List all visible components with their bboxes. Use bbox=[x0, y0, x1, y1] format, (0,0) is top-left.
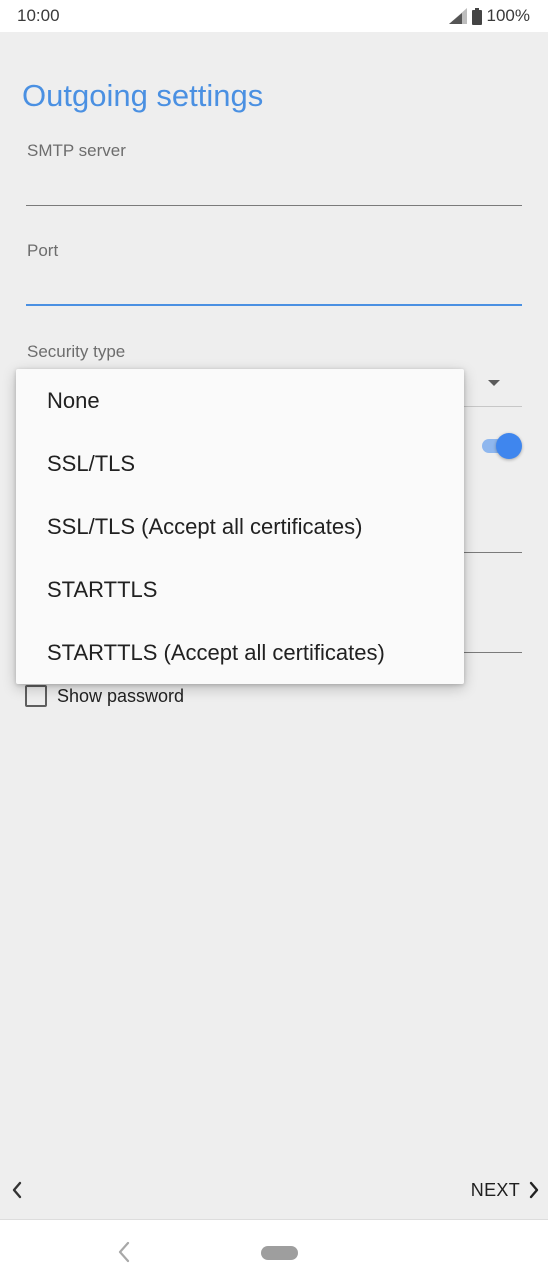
dropdown-arrow-icon[interactable] bbox=[488, 380, 500, 386]
toggle-thumb bbox=[496, 433, 522, 459]
status-icons: 100% bbox=[448, 6, 530, 26]
next-button[interactable]: NEXT bbox=[471, 1175, 540, 1205]
security-type-label: Security type bbox=[27, 342, 126, 361]
page-title: Outgoing settings bbox=[22, 78, 264, 113]
smtp-server-label: SMTP server bbox=[27, 141, 126, 160]
signal-icon bbox=[448, 8, 467, 24]
status-bar: 10:00 100% bbox=[0, 0, 548, 32]
system-back-icon[interactable] bbox=[114, 1240, 134, 1264]
battery-percent: 100% bbox=[486, 6, 530, 25]
menu-item-ssl-tls[interactable]: SSL/TLS bbox=[16, 432, 464, 495]
toggle-switch[interactable] bbox=[482, 433, 522, 459]
show-password-label: Show password bbox=[57, 685, 185, 706]
field-underline-behind-menu-1 bbox=[460, 552, 522, 553]
home-pill-icon[interactable] bbox=[261, 1246, 298, 1260]
security-type-underline bbox=[460, 406, 522, 407]
smtp-server-underline bbox=[26, 205, 522, 206]
chevron-left-icon bbox=[12, 1181, 22, 1199]
port-label: Port bbox=[27, 241, 59, 260]
menu-item-starttls-accept-all[interactable]: STARTTLS (Accept all certificates) bbox=[16, 621, 464, 684]
menu-item-ssl-tls-accept-all[interactable]: SSL/TLS (Accept all certificates) bbox=[16, 495, 464, 558]
bottom-navigation: NEXT bbox=[0, 1170, 548, 1210]
menu-item-none[interactable]: None bbox=[16, 369, 464, 432]
show-password-checkbox[interactable]: Show password bbox=[25, 685, 184, 707]
battery-icon bbox=[471, 7, 482, 25]
next-label: NEXT bbox=[470, 1179, 520, 1200]
back-button[interactable] bbox=[8, 1177, 26, 1203]
status-time: 10:00 bbox=[17, 6, 60, 25]
chevron-right-icon bbox=[529, 1181, 539, 1199]
smtp-server-input[interactable] bbox=[26, 168, 522, 206]
checkbox-box[interactable] bbox=[25, 685, 47, 707]
port-input[interactable] bbox=[26, 268, 522, 306]
menu-item-starttls[interactable]: STARTTLS bbox=[16, 558, 464, 621]
port-underline bbox=[26, 304, 522, 306]
field-underline-behind-menu-2 bbox=[460, 652, 522, 653]
outgoing-settings-screen: Outgoing settings SMTP server Port Secur… bbox=[0, 32, 548, 1219]
security-type-dropdown-menu: None SSL/TLS SSL/TLS (Accept all certifi… bbox=[16, 369, 464, 684]
system-navigation-bar bbox=[0, 1219, 548, 1282]
